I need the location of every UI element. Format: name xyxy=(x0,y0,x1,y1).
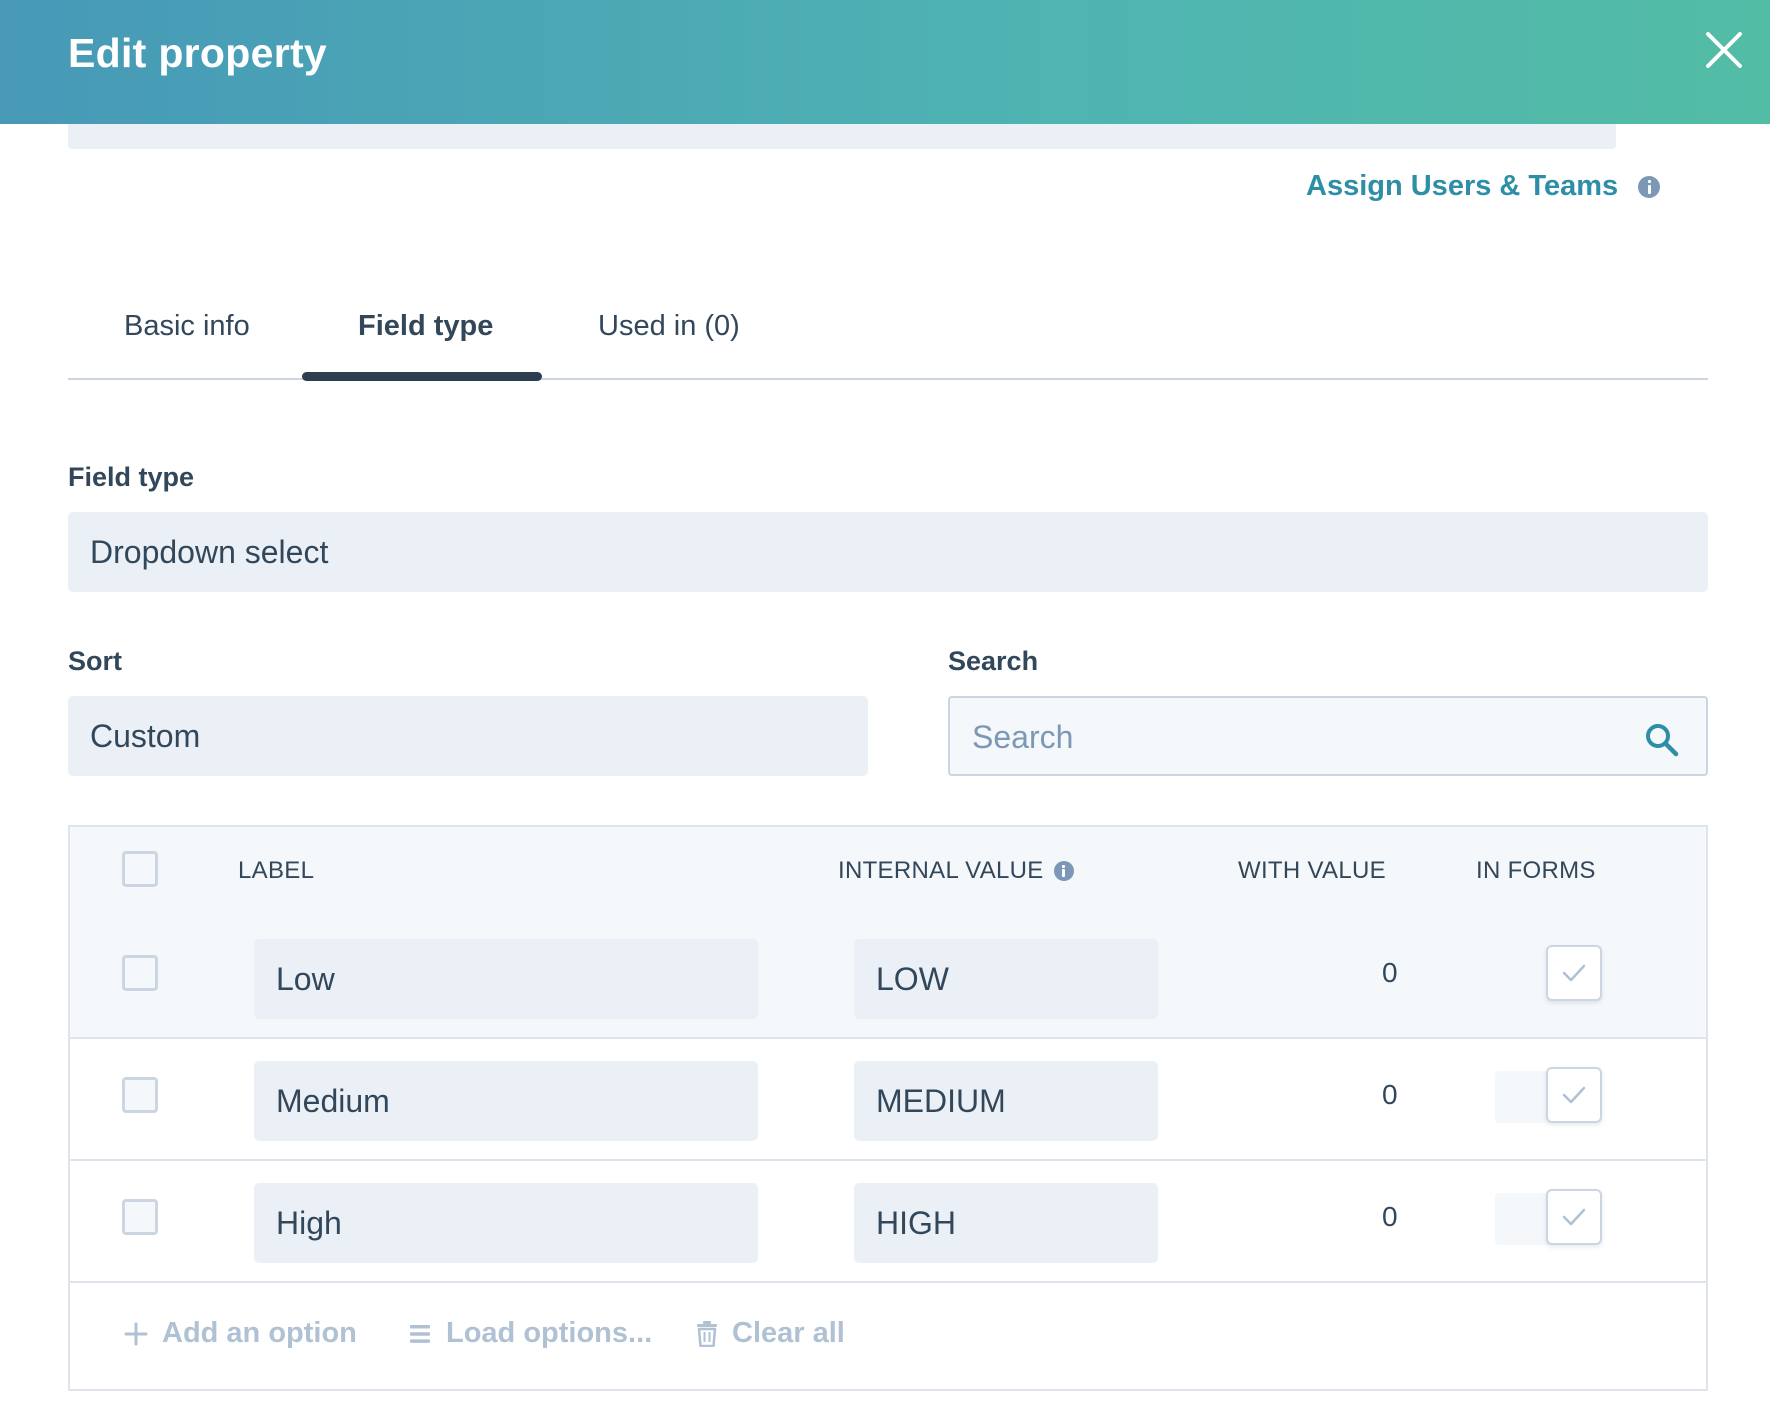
option-label-value: Medium xyxy=(276,1082,390,1119)
add-option-label: Add an option xyxy=(162,1317,357,1349)
column-header-internal-value: INTERNAL VALUE xyxy=(838,857,1074,885)
sort-label: Sort xyxy=(68,646,122,676)
sort-value: Custom xyxy=(90,717,201,754)
table-header: LABEL INTERNAL VALUE WITH VALUE IN FORMS xyxy=(70,827,1706,917)
check-icon xyxy=(1562,964,1586,982)
row-checkbox[interactable] xyxy=(122,1199,158,1235)
modal-title: Edit property xyxy=(68,30,328,76)
assign-users-teams-link[interactable]: Assign Users & Teams xyxy=(1306,170,1661,203)
list-icon xyxy=(410,1324,430,1343)
with-value-count: 0 xyxy=(1382,1201,1398,1232)
tab-used-in[interactable]: Used in (0) xyxy=(598,310,740,343)
tab-field-type[interactable]: Field type xyxy=(358,310,493,343)
option-internal-value: MEDIUM xyxy=(876,1082,1006,1119)
option-internal-value-input[interactable]: MEDIUM xyxy=(854,1061,1158,1141)
in-forms-checkbox[interactable] xyxy=(1546,945,1602,1001)
modal-header: Edit property xyxy=(0,0,1770,124)
clear-all-label: Clear all xyxy=(732,1317,845,1349)
tab-bar: Basic info Field type Used in (0) xyxy=(68,300,1708,381)
active-tab-indicator xyxy=(302,372,542,381)
option-internal-value: HIGH xyxy=(876,1204,956,1241)
with-value-count: 0 xyxy=(1382,957,1398,988)
tab-basic-info[interactable]: Basic info xyxy=(124,310,250,343)
table-row: Medium MEDIUM 0 xyxy=(70,1037,1706,1161)
clear-all-button[interactable]: Clear all xyxy=(696,1317,845,1350)
load-options-button[interactable]: Load options... xyxy=(408,1317,652,1350)
option-label-value: Low xyxy=(276,960,335,997)
check-icon xyxy=(1562,1208,1586,1226)
select-all-checkbox[interactable] xyxy=(122,851,158,887)
column-header-label: LABEL xyxy=(238,857,315,884)
option-label-value: High xyxy=(276,1204,342,1241)
search-input[interactable] xyxy=(970,708,1614,766)
sort-select[interactable]: Custom xyxy=(68,696,868,776)
option-internal-value: LOW xyxy=(876,960,949,997)
with-value-count: 0 xyxy=(1382,1079,1398,1110)
option-internal-value-input[interactable]: HIGH xyxy=(854,1183,1158,1263)
search-icon[interactable] xyxy=(1644,722,1680,758)
in-forms-checkbox[interactable] xyxy=(1546,1067,1602,1123)
check-icon xyxy=(1562,1086,1586,1104)
table-row: Low LOW 0 xyxy=(70,915,1706,1039)
in-forms-checkbox[interactable] xyxy=(1546,1189,1602,1245)
option-internal-value-input[interactable]: LOW xyxy=(854,939,1158,1019)
option-label-input[interactable]: Low xyxy=(254,939,758,1019)
add-option-button[interactable]: Add an option xyxy=(124,1317,357,1350)
column-header-with-value: WITH VALUE xyxy=(1238,857,1386,884)
option-label-input[interactable]: Medium xyxy=(254,1061,758,1141)
info-icon[interactable] xyxy=(1638,175,1661,198)
plus-icon xyxy=(124,1322,148,1345)
options-table: LABEL INTERNAL VALUE WITH VALUE IN FORMS… xyxy=(68,825,1708,1391)
field-type-label: Field type xyxy=(68,462,195,492)
row-checkbox[interactable] xyxy=(122,1077,158,1113)
assign-link-label: Assign Users & Teams xyxy=(1306,170,1619,202)
search-label: Search xyxy=(948,646,1039,676)
trash-icon xyxy=(697,1320,717,1347)
field-type-value: Dropdown select xyxy=(90,533,329,570)
info-icon[interactable] xyxy=(1053,861,1074,881)
search-field xyxy=(948,696,1708,776)
field-type-select[interactable]: Dropdown select xyxy=(68,512,1708,592)
close-icon[interactable] xyxy=(1700,26,1748,74)
option-label-input[interactable]: High xyxy=(254,1183,758,1263)
row-checkbox[interactable] xyxy=(122,955,158,991)
load-options-label: Load options... xyxy=(446,1317,653,1349)
column-header-in-forms: IN FORMS xyxy=(1476,857,1596,884)
internal-value-header-text: INTERNAL VALUE xyxy=(838,857,1044,884)
table-row: High HIGH 0 xyxy=(70,1159,1706,1283)
